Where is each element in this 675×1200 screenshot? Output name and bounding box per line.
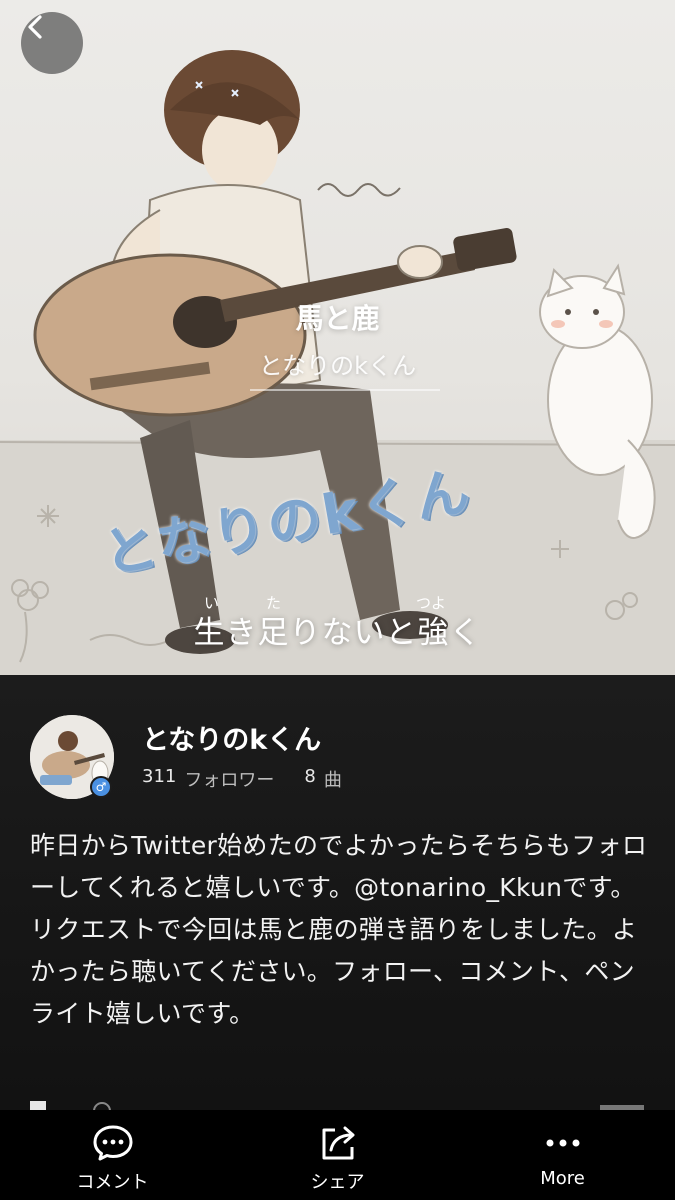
followers-count: 311 [142, 766, 177, 787]
song-description: 昨日からTwitter始めたのでよかったらそちらもフォローしてくれると嬉しいです… [30, 831, 648, 1028]
comment-button[interactable]: コメント [0, 1110, 225, 1200]
partially-hidden-row [30, 1095, 650, 1110]
bottom-action-bar: コメント シェア More [0, 1110, 675, 1200]
share-icon [322, 1126, 354, 1160]
comment-icon [93, 1125, 132, 1161]
back-button[interactable] [21, 12, 83, 74]
song-info-panel: ♂ となりのkくん 311 フォロワー 8 曲 昨日からTwitter始めたので… [0, 675, 675, 1110]
artist-divider [250, 389, 440, 391]
more-button[interactable]: More [450, 1110, 675, 1200]
current-lyric: 生き足りないと強く [193, 615, 482, 651]
male-badge-icon: ♂ [90, 776, 112, 798]
songs-label: 曲 [323, 770, 342, 791]
followers-label: フォロワー [184, 770, 275, 791]
guitarist-illustration [0, 50, 675, 675]
artist-stats: 311 フォロワー 8 曲 [142, 766, 342, 792]
cover-artwork: 馬と鹿 となりのkくん となりのkくん い た つよ 生き足りないと強く [0, 0, 675, 675]
artist-name[interactable]: となりのkくん [142, 718, 321, 757]
song-title: 馬と鹿 [295, 302, 380, 335]
songs-count: 8 [304, 766, 316, 787]
more-label: More [540, 1168, 585, 1189]
share-button[interactable]: シェア [225, 1110, 450, 1200]
share-label: シェア [310, 1172, 365, 1193]
comment-label: コメント [76, 1172, 149, 1193]
more-icon [546, 1139, 579, 1147]
back-chevron-icon [28, 15, 42, 39]
song-artist[interactable]: となりのkくん [0, 346, 675, 381]
